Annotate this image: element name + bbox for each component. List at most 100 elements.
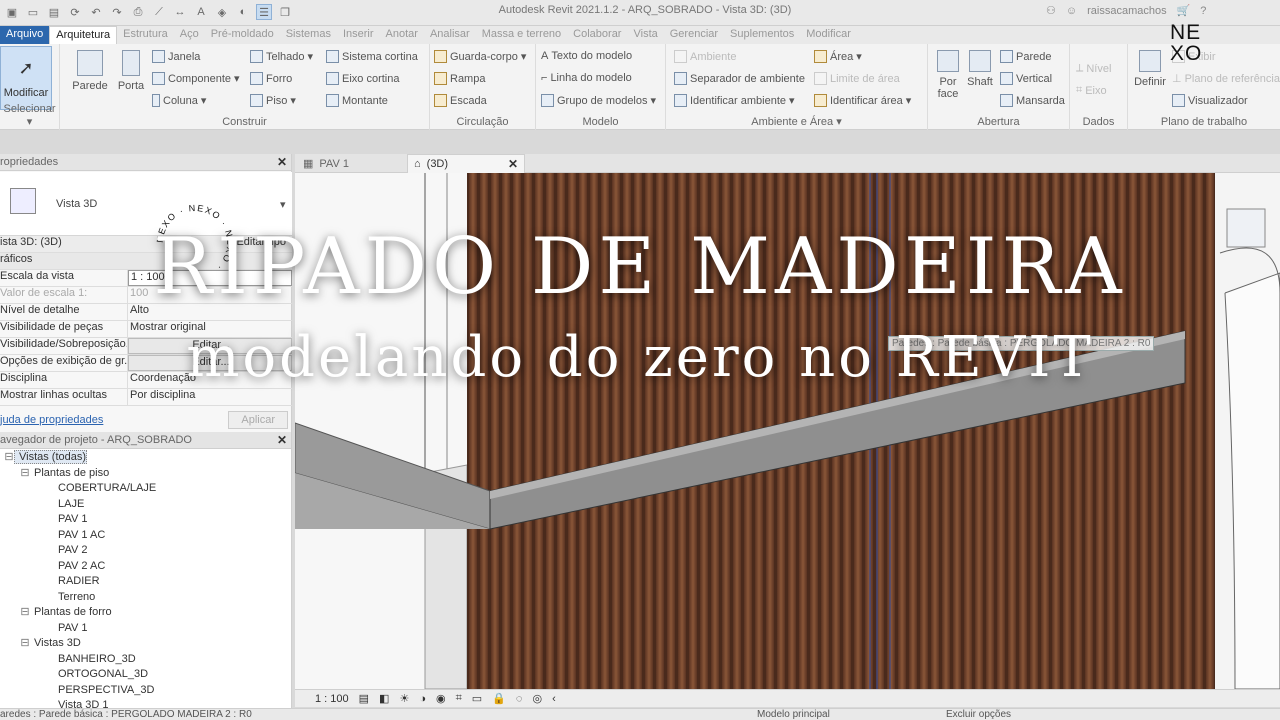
door-button[interactable]: Porta [116, 50, 146, 92]
tag-room-button[interactable]: Identificar ambiente ▾ [674, 94, 795, 107]
room-separator-button[interactable]: Separador de ambiente [674, 72, 805, 85]
curtain-grid-button[interactable]: Eixo cortina [326, 72, 399, 85]
ceiling-button[interactable]: Forro [250, 72, 292, 85]
curtain-system-button[interactable]: Sistema cortina [326, 50, 418, 63]
tab-vista[interactable]: Vista [627, 26, 663, 44]
tree-item[interactable]: ⊟ Plantas de forro [0, 605, 292, 621]
tab-arquitetura[interactable]: Arquitetura [49, 26, 118, 44]
floor-button[interactable]: Piso ▾ [250, 94, 296, 107]
room-button[interactable]: Ambiente [674, 50, 736, 63]
text-icon[interactable]: A [193, 4, 209, 20]
view-scale-label[interactable]: 1 : 100 [315, 693, 349, 705]
collapse-icon[interactable]: ⊟ [20, 636, 30, 652]
apply-button[interactable]: Aplicar [228, 411, 288, 429]
wall-button[interactable]: Parede [70, 50, 110, 92]
tree-item[interactable]: LAJE [0, 497, 292, 513]
crop-view-icon[interactable]: ⌗ [456, 692, 462, 705]
tab-massa-terreno[interactable]: Massa e terreno [476, 26, 567, 44]
tree-item[interactable]: Terreno [0, 590, 292, 606]
undo-icon[interactable]: ↶ [88, 4, 104, 20]
sun-path-icon[interactable]: ☀ [399, 692, 409, 705]
tree-item[interactable]: ⊟ Plantas de piso [0, 466, 292, 482]
level-button[interactable]: ⟂ Nível [1076, 62, 1111, 75]
show-crop-icon[interactable]: ▭ [472, 692, 482, 705]
dimension-icon[interactable]: ↔ [172, 4, 188, 20]
tab-anotar[interactable]: Anotar [380, 26, 424, 44]
tree-item[interactable]: ⊟ Vistas 3D [0, 636, 292, 652]
tree-item[interactable]: ⊟ Vistas (todas) [0, 450, 292, 466]
column-button[interactable]: Coluna ▾ [152, 94, 206, 107]
tree-item[interactable]: PERSPECTIVA_3D [0, 683, 292, 699]
ref-plane-button[interactable]: ⊥ Plano de referência [1172, 72, 1280, 86]
by-face-button[interactable]: Por face [932, 50, 964, 100]
close-icon[interactable]: ✕ [508, 157, 518, 171]
tab-pre-moldado[interactable]: Pré-moldado [205, 26, 280, 44]
grid-button[interactable]: ⌗ Eixo [1076, 84, 1107, 97]
hidden-lines-field[interactable]: Por disciplina [128, 389, 292, 405]
visual-style-icon[interactable]: ◧ [379, 692, 389, 705]
section-icon[interactable]: ◐ [235, 4, 251, 20]
tree-item[interactable]: PAV 1 AC [0, 528, 292, 544]
chevron-left-icon[interactable]: ‹ [552, 693, 556, 705]
exclude-options-toggle[interactable]: Excluir opções [946, 709, 1011, 720]
area-boundary-button[interactable]: Limite de área [814, 72, 900, 85]
measure-icon[interactable]: ⟋ [151, 4, 167, 20]
tab-modificar[interactable]: Modificar [800, 26, 857, 44]
shaft-button[interactable]: Shaft [964, 50, 996, 88]
collapse-icon[interactable]: ⊟ [20, 605, 30, 621]
active-workset[interactable]: Modelo principal [757, 709, 830, 720]
close-icon[interactable]: ✕ [277, 433, 287, 447]
area-button[interactable]: Área ▾ [814, 50, 862, 63]
switch-windows-icon[interactable]: ❐ [277, 4, 293, 20]
reveal-hidden-icon[interactable]: ◎ [532, 692, 542, 705]
tab-view-3d[interactable]: ⌂ (3D) ✕ [407, 154, 525, 173]
close-icon[interactable]: ✕ [277, 155, 287, 169]
modify-button[interactable]: ➚ Modificar [0, 46, 52, 110]
model-text-button[interactable]: A Texto do modelo [541, 50, 632, 62]
component-button[interactable]: Componente ▾ [152, 72, 240, 85]
cart-icon[interactable]: 🛒 [1177, 4, 1191, 17]
properties-help-link[interactable]: juda de propriedades [0, 414, 103, 426]
viewer-button[interactable]: Visualizador [1172, 94, 1248, 107]
vertical-opening-button[interactable]: Vertical [1000, 72, 1052, 85]
tab-colaborar[interactable]: Colaborar [567, 26, 627, 44]
model-line-button[interactable]: ⌐ Linha do modelo [541, 72, 632, 84]
group-room-area-label[interactable]: Ambiente e Área ▾ [666, 115, 927, 128]
tree-item[interactable]: PAV 1 [0, 512, 292, 528]
tab-gerenciar[interactable]: Gerenciar [664, 26, 724, 44]
tree-item[interactable]: PAV 1 [0, 621, 292, 637]
stair-button[interactable]: Escada [434, 94, 487, 107]
shadows-icon[interactable]: ◑ [419, 693, 426, 705]
thin-lines-icon[interactable]: ☰ [256, 4, 272, 20]
render-icon[interactable]: ◉ [436, 692, 446, 705]
tab-suplementos[interactable]: Suplementos [724, 26, 800, 44]
group-select-label[interactable]: Selecionar ▾ [0, 103, 59, 128]
model-group-button[interactable]: Grupo de modelos ▾ [541, 94, 656, 107]
save-icon[interactable]: ▤ [46, 4, 62, 20]
print-icon[interactable]: ⎙ [130, 4, 146, 20]
tree-item[interactable]: ORTOGONAL_3D [0, 667, 292, 683]
opening-wall-button[interactable]: Parede [1000, 50, 1051, 63]
tab-view-pav1[interactable]: ▦ PAV 1 [297, 154, 407, 173]
binoculars-icon[interactable]: ⚇ [1046, 4, 1056, 17]
mullion-button[interactable]: Montante [326, 94, 388, 107]
collapse-icon[interactable]: ⊟ [4, 450, 14, 466]
tab-inserir[interactable]: Inserir [337, 26, 380, 44]
help-icon[interactable]: ? [1200, 5, 1206, 17]
tab-aco[interactable]: Aço [174, 26, 205, 44]
window-button[interactable]: Janela [152, 50, 200, 63]
username[interactable]: raissacamachos [1087, 5, 1166, 17]
tab-estrutura[interactable]: Estrutura [117, 26, 174, 44]
tree-item[interactable]: BANHEIRO_3D [0, 652, 292, 668]
sync-icon[interactable]: ⟳ [67, 4, 83, 20]
detail-level-icon[interactable]: ▤ [359, 692, 369, 705]
roof-button[interactable]: Telhado ▾ [250, 50, 313, 63]
ramp-button[interactable]: Rampa [434, 72, 485, 85]
railing-button[interactable]: Guarda-corpo ▾ [434, 50, 526, 63]
default-3d-icon[interactable]: ◈ [214, 4, 230, 20]
lock-view-icon[interactable]: 🔒 [492, 692, 506, 705]
dormer-button[interactable]: Mansarda [1000, 94, 1065, 107]
tree-item[interactable]: PAV 2 AC [0, 559, 292, 575]
tree-item[interactable]: COBERTURA/LAJE [0, 481, 292, 497]
tab-arquivo[interactable]: Arquivo [0, 26, 50, 44]
